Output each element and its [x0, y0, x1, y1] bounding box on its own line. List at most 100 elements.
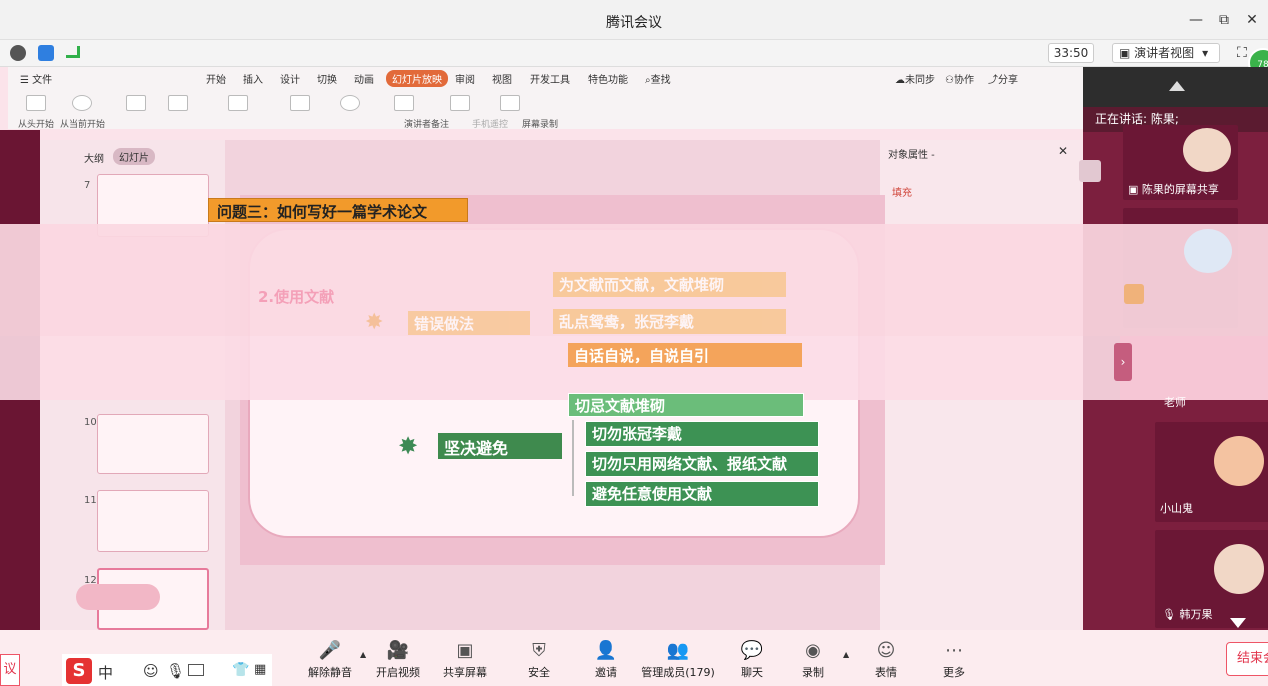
close-button[interactable]: ✕	[1242, 10, 1262, 30]
skin-icon[interactable]: 👕	[232, 662, 249, 678]
tab-view[interactable]: 视图	[492, 71, 512, 86]
chevron-down-icon: ▾	[1202, 46, 1209, 60]
hide-slide-icon[interactable]	[290, 95, 310, 111]
avatar	[1214, 436, 1264, 486]
wrong-item: 自话自说，自说自引	[568, 343, 802, 367]
keyboard-icon[interactable]	[188, 664, 204, 676]
file-menu[interactable]: ☰ 文件	[20, 71, 52, 86]
search-label: 查找	[650, 75, 671, 86]
chevron-up-icon[interactable]: ▲	[843, 650, 849, 659]
avatar	[1184, 229, 1232, 273]
glitch-band	[1120, 336, 1268, 400]
collab-label: 协作	[953, 75, 974, 86]
file-menu-label: 文件	[32, 75, 53, 86]
chevron-up-icon[interactable]: ▲	[360, 650, 366, 659]
sync-status[interactable]: ☁未同步	[895, 71, 935, 86]
presenter-view-label: 演讲者视图	[1134, 46, 1195, 60]
close-icon[interactable]: ✕	[1058, 144, 1068, 158]
fill-tab[interactable]: 填充	[892, 184, 912, 199]
glitch-band	[0, 336, 1120, 400]
remote-icon[interactable]	[450, 95, 470, 111]
wrong-item: 为文献而文献，文献堆砌	[553, 272, 786, 297]
tab-start[interactable]: 开始	[206, 71, 226, 86]
wrong-item: 乱点鸳鸯，张冠李戴	[553, 309, 786, 334]
tool-start-current[interactable]: 从当前开始	[60, 117, 105, 130]
chevron-down-icon[interactable]	[1230, 618, 1246, 628]
ime-logo[interactable]: S	[66, 658, 92, 684]
teacher-label: 老师	[1164, 396, 1186, 409]
thumb-number: 10	[84, 417, 97, 428]
floating-toolbar[interactable]	[76, 584, 160, 610]
search-button[interactable]: ⌕查找	[645, 71, 671, 86]
connector-line	[572, 420, 584, 496]
ime-mode[interactable]: 中	[98, 662, 113, 683]
avoid-item: 切忌文献堆砌	[568, 393, 804, 417]
grid-icon[interactable]: ▦	[254, 662, 266, 677]
timer-icon[interactable]	[340, 95, 360, 111]
shield-icon[interactable]	[38, 45, 54, 61]
screen-share-icon: ▣	[1128, 183, 1142, 196]
share-button[interactable]: ⤴分享	[988, 71, 1018, 86]
presenter-view-dropdown[interactable]: ▣ 演讲者视图 ▾	[1112, 43, 1220, 63]
star-icon: ✸	[365, 310, 384, 335]
mic-icon[interactable]: 🎙	[166, 662, 185, 680]
avatar	[1183, 128, 1231, 172]
tab-insert[interactable]: 插入	[243, 71, 263, 86]
tool-start-beginning[interactable]: 从头开始	[18, 117, 54, 130]
tool-phone-remote[interactable]: 手机遥控	[472, 117, 508, 130]
video-off-icon[interactable]: 🎥	[386, 640, 410, 662]
end-meeting-button[interactable]: 结束会	[1226, 642, 1268, 676]
avoid-item: 切勿张冠李戴	[585, 421, 819, 447]
collab-button[interactable]: ⚇协作	[945, 71, 974, 86]
fullscreen-icon[interactable]: ⛶	[1237, 45, 1247, 61]
more-button[interactable]: 更多	[909, 664, 999, 680]
properties-title: 对象属性 -	[888, 150, 935, 161]
security-icon[interactable]: ⛨	[527, 640, 551, 662]
tab-slideshow[interactable]: 幻灯片放映	[386, 70, 448, 87]
slide-thumbnail-11[interactable]	[97, 490, 209, 552]
emoji-icon[interactable]: ☺	[143, 662, 159, 680]
members-icon[interactable]: 👥	[666, 640, 690, 662]
participant-name: 🎙 韩万果	[1162, 606, 1212, 622]
emoji-icon[interactable]: ☺	[874, 640, 898, 662]
more-icon[interactable]: ⋯	[942, 640, 966, 662]
info-icon[interactable]	[10, 45, 26, 61]
tool-speaker-notes[interactable]: 演讲者备注	[404, 117, 449, 130]
record-icon[interactable]: ◉	[801, 640, 825, 662]
chevron-up-icon[interactable]	[1169, 81, 1185, 91]
thumb-number: 11	[84, 495, 97, 506]
setup-show-icon[interactable]	[228, 95, 248, 111]
start-from-beginning-icon[interactable]	[26, 95, 46, 111]
tab-design[interactable]: 设计	[280, 71, 300, 86]
tab-outline[interactable]: 大纲	[84, 150, 104, 165]
sync-label: 未同步	[905, 75, 935, 86]
signal-icon[interactable]	[66, 46, 80, 58]
avoid-label: 坚决避免	[438, 433, 562, 459]
rehearse-icon[interactable]	[126, 95, 146, 111]
user-icon[interactable]	[1124, 284, 1144, 304]
restore-button[interactable]: ⧉	[1214, 10, 1234, 30]
property-toggle-icon[interactable]	[1079, 160, 1101, 182]
star-icon: ✸	[398, 432, 419, 460]
notes-icon[interactable]	[394, 95, 414, 111]
tab-features[interactable]: 特色功能	[588, 71, 628, 86]
expand-panel-button[interactable]: ›	[1114, 343, 1132, 381]
custom-show-icon[interactable]	[168, 95, 188, 111]
meeting-timer: 33:50	[1048, 43, 1094, 63]
tab-transition[interactable]: 切换	[317, 71, 337, 86]
slide-thumbnail-10[interactable]	[97, 414, 209, 474]
mic-muted-icon[interactable]: 🎤	[318, 640, 342, 662]
tab-slides[interactable]: 幻灯片	[113, 148, 155, 165]
record-screen-icon[interactable]	[500, 95, 520, 111]
share-screen-icon[interactable]: ▣	[453, 640, 477, 662]
tab-review[interactable]: 审阅	[455, 71, 475, 86]
leave-button-cut[interactable]: 议	[0, 654, 20, 686]
play-current-icon[interactable]	[72, 95, 92, 111]
chat-icon[interactable]: 💬	[740, 640, 764, 662]
invite-icon[interactable]: 👤	[594, 640, 618, 662]
tool-screen-record[interactable]: 屏幕录制	[522, 117, 558, 130]
tab-animation[interactable]: 动画	[354, 71, 374, 86]
tab-devtools[interactable]: 开发工具	[530, 71, 570, 86]
participant-name-label: 韩万果	[1179, 608, 1213, 621]
minimize-button[interactable]: —	[1186, 10, 1206, 30]
